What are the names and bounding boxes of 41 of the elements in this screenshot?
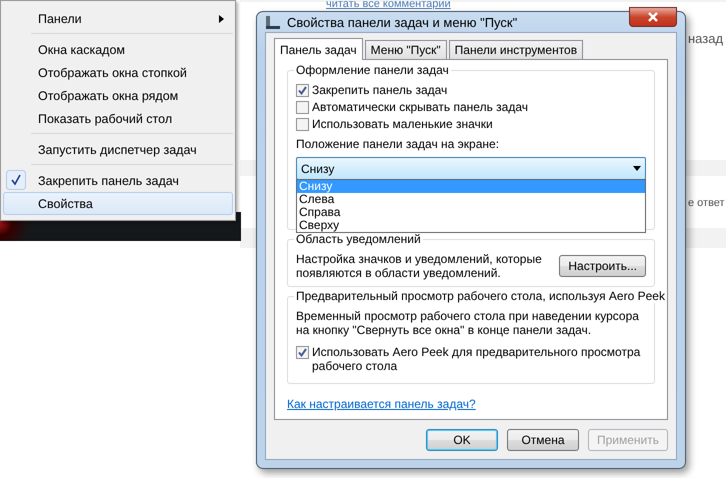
check-icon — [6, 170, 26, 190]
menu-item[interactable]: Панели — [3, 7, 233, 30]
dialog-button[interactable]: Отмена — [506, 429, 579, 451]
menu-item[interactable]: Свойства — [3, 192, 233, 215]
dialog-button[interactable]: OK — [426, 429, 498, 451]
tab[interactable]: Панель задач — [274, 38, 363, 60]
close-icon — [647, 12, 659, 22]
menu-item[interactable]: Закрепить панель задач — [3, 169, 233, 192]
menu-item[interactable]: Показать рабочий стол — [3, 107, 233, 130]
description-text: Временный просмотр рабочего стола при наведении курсора на кнопку "Свернуть все окна" в конце панели задач. — [296, 309, 640, 337]
tab[interactable]: Меню "Пуск" — [364, 40, 447, 59]
group-title: Предварительный просмотр рабочего стола, используя Aero Peek — [294, 289, 667, 303]
page-text: е ответ — [688, 197, 725, 209]
checkbox[interactable] — [296, 346, 309, 359]
dropdown-option[interactable]: Слева — [297, 193, 645, 206]
checkbox-label: Использовать Aero Peek для предварительного просмотра рабочего стола — [312, 345, 642, 373]
help-link[interactable]: Как настраивается панель задач? — [287, 397, 476, 411]
checkbox[interactable] — [296, 101, 309, 114]
dropdown-option[interactable]: Сверху — [297, 219, 645, 232]
customize-button[interactable]: Настроить... — [559, 255, 646, 277]
dropdown-option[interactable]: Справа — [297, 206, 645, 219]
field-label: Положение панели задач на экране: — [296, 137, 500, 151]
checkbox-label: Автоматически скрывать панель задач — [312, 100, 528, 114]
dropdown-arrow-icon — [633, 166, 641, 171]
checkbox[interactable] — [296, 118, 309, 131]
close-button[interactable] — [629, 7, 677, 27]
window-title: Свойства панели задач и меню "Пуск" — [287, 14, 518, 30]
taskbar-icon — [265, 14, 281, 30]
checkbox[interactable] — [296, 84, 309, 97]
menu-item[interactable]: Запустить диспетчер задач — [3, 138, 233, 161]
menu-item[interactable]: Отображать окна рядом — [3, 84, 233, 107]
menu-item[interactable]: Окна каскадом — [3, 38, 233, 61]
tab[interactable]: Панели инструментов — [448, 40, 584, 59]
group-title: Область уведомлений — [294, 232, 423, 246]
description-text: Настройка значков и уведомлений, которые появляются в области уведомлений. — [296, 252, 543, 280]
menu-item[interactable]: Отображать окна стопкой — [3, 61, 233, 84]
page-text: назад — [688, 31, 724, 46]
submenu-arrow-icon — [219, 14, 224, 22]
checkbox-label: Закрепить панель задач — [312, 83, 448, 97]
group-title: Оформление панели задач — [294, 63, 451, 77]
checkbox-label: Использовать маленькие значки — [312, 117, 493, 131]
